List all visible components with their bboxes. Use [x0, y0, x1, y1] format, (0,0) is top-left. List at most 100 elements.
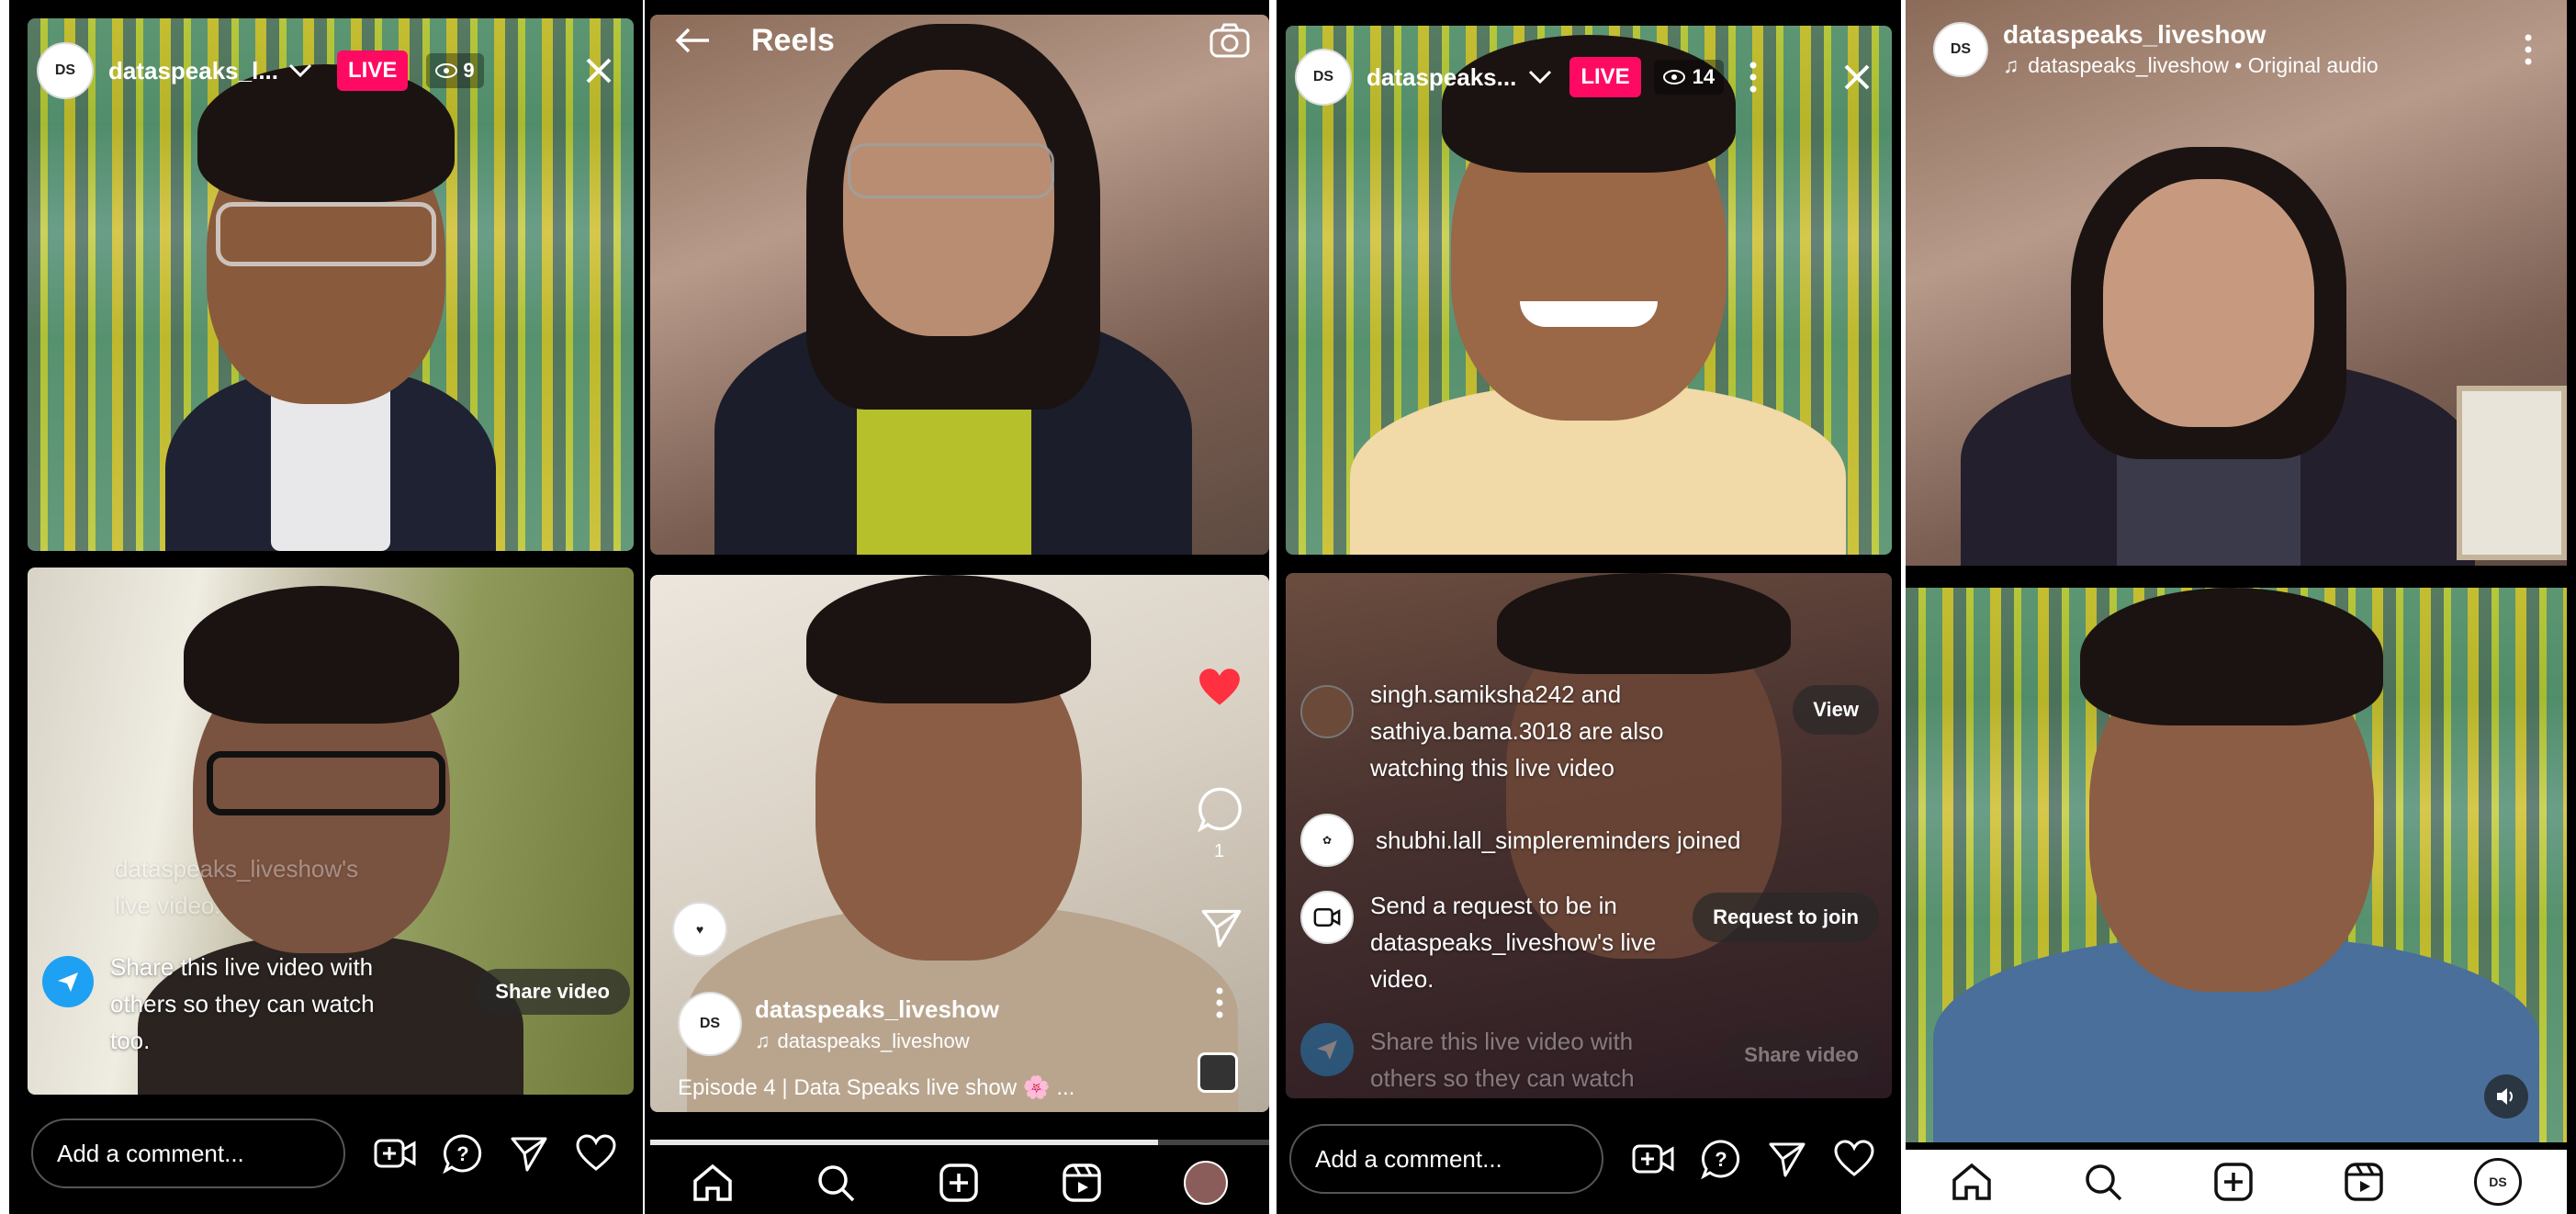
profile-tab-avatar[interactable]: DS — [2474, 1158, 2522, 1206]
username-2[interactable]: dataspeaks... — [1367, 63, 1516, 92]
comment-count: 1 — [1214, 841, 1225, 861]
home-icon[interactable] — [1951, 1162, 1993, 1202]
music-note-icon: ♫ — [755, 1029, 771, 1052]
viewer-count[interactable]: 9 — [426, 53, 484, 88]
comment-input[interactable]: Add a comment... — [31, 1118, 345, 1188]
reel4-audio[interactable]: dataspeaks_liveshow • Original audio — [2028, 53, 2378, 78]
search-icon[interactable] — [816, 1163, 856, 1203]
create-icon[interactable] — [2213, 1162, 2254, 1202]
reels-panel: Reels 1 ♥ DS dataspeaks_liveshow ♫ datas… — [645, 0, 1269, 1214]
camera-icon[interactable] — [1209, 22, 1251, 59]
comment-input-2[interactable]: Add a comment... — [1289, 1124, 1603, 1194]
reel4-username[interactable]: dataspeaks_liveshow — [2003, 20, 2379, 50]
share-text-2: Share this live video with others so the… — [1370, 1028, 1635, 1089]
host-glasses — [216, 202, 436, 266]
reel-caption[interactable]: Episode 4 | Data Speaks live show 🌸 ... — [678, 1074, 1074, 1101]
joined-notification: ✿ shubhi.lall_simplereminders joined — [1300, 814, 1879, 867]
question-icon[interactable]: ? — [443, 1133, 483, 1174]
profile-avatar[interactable]: DS — [37, 42, 94, 99]
share-video-button-2[interactable]: Share video — [1724, 1032, 1879, 1078]
reel-video-top: Reels — [650, 15, 1269, 555]
watching-notification: singh.samiksha242 and sathiya.bama.3018 … — [1300, 676, 1879, 786]
reels-title: Reels — [751, 22, 835, 58]
back-arrow-icon[interactable] — [672, 26, 713, 55]
guest-hair — [184, 586, 459, 724]
reel4-header: DS dataspeaks_liveshow ♫ dataspeaks_live… — [1933, 20, 2558, 78]
live-header-2: DS dataspeaks... LIVE 14 — [1295, 48, 1892, 107]
viewer-count-2[interactable]: 14 — [1653, 60, 1725, 95]
video-request-icon[interactable] — [1631, 1141, 1675, 1177]
like-heart-icon[interactable] — [1196, 667, 1243, 709]
heart-icon[interactable] — [1833, 1140, 1875, 1178]
more-options-icon[interactable] — [2523, 33, 2534, 66]
reel4-video-bottom — [1906, 588, 2567, 1142]
speaker-face — [843, 70, 1054, 336]
reel4-guest-hair — [2080, 588, 2383, 725]
home-icon[interactable] — [692, 1163, 734, 1203]
audio-thumbnail[interactable] — [1198, 1052, 1238, 1093]
request-to-join-button[interactable]: Request to join — [1693, 893, 1879, 942]
close-icon[interactable] — [582, 54, 615, 87]
chevron-down-icon[interactable] — [287, 62, 313, 80]
reel-progress-bar[interactable] — [650, 1140, 1269, 1145]
live-panel-1: DS dataspeaks_l... LIVE 9 dataspeaks_liv… — [9, 0, 643, 1214]
request-video-icon — [1300, 891, 1354, 944]
share-video-button[interactable]: Share video — [475, 969, 630, 1015]
close-icon[interactable] — [1840, 61, 1873, 94]
heart-icon[interactable] — [575, 1134, 617, 1173]
eye-icon — [435, 63, 458, 78]
profile-tab-avatar[interactable] — [1184, 1161, 1229, 1205]
viewer-avatar-1[interactable] — [1300, 685, 1354, 738]
joined-avatar[interactable]: ✿ — [1300, 814, 1354, 867]
video-request-icon[interactable] — [373, 1135, 417, 1172]
reel-guest-hair — [806, 575, 1091, 703]
reel-audio[interactable]: dataspeaks_liveshow — [778, 1029, 970, 1053]
live-video-guest: dataspeaks_liveshow's live video. Share … — [28, 568, 634, 1095]
reel-video-bottom: 1 ♥ DS dataspeaks_liveshow ♫ dataspeaks_… — [650, 575, 1269, 1112]
comment-icon[interactable] — [1198, 786, 1243, 832]
send-icon[interactable] — [509, 1133, 549, 1174]
share-prompt-2: Share this live video with others so the… — [1300, 1023, 1879, 1089]
music-note-icon: ♫ — [2003, 53, 2019, 77]
host2-smile — [1520, 301, 1658, 327]
comment-bar-2: Add a comment... ? — [1289, 1122, 1895, 1196]
search-icon[interactable] — [2083, 1162, 2123, 1202]
share-icon — [1300, 1023, 1354, 1076]
question-icon[interactable]: ? — [1701, 1139, 1741, 1179]
more-options-icon[interactable] — [1214, 986, 1225, 1019]
share-prompt: Share this live video with others so the… — [42, 949, 630, 1059]
view-button[interactable]: View — [1793, 685, 1879, 735]
eye-icon — [1662, 70, 1685, 84]
volume-icon[interactable] — [2484, 1074, 2528, 1118]
username[interactable]: dataspeaks_l... — [108, 57, 278, 85]
share-icon — [42, 956, 94, 1007]
reel-user-info: DS dataspeaks_liveshow ♫ dataspeaks_live… — [678, 992, 999, 1056]
watching-text: singh.samiksha242 and sathiya.bama.3018 … — [1370, 680, 1664, 781]
request-notification: Send a request to be in dataspeaks_lives… — [1300, 887, 1879, 997]
reels-icon[interactable] — [1062, 1163, 1102, 1203]
faded-text-line-2: live video. — [115, 892, 221, 919]
live-video-guest-2: singh.samiksha242 and sathiya.bama.3018 … — [1286, 573, 1892, 1098]
faded-text-line-1: dataspeaks_liveshow's — [115, 855, 359, 882]
chevron-down-icon[interactable] — [1527, 68, 1553, 86]
reels-header: Reels — [672, 15, 1251, 66]
reel-username[interactable]: dataspeaks_liveshow — [755, 995, 999, 1024]
reel-profile-avatar[interactable]: DS — [678, 992, 742, 1056]
share-send-icon[interactable] — [1199, 905, 1243, 950]
share-text: Share this live video with others so the… — [110, 953, 375, 1054]
live-badge: LIVE — [337, 51, 409, 91]
live-header: DS dataspeaks_l... LIVE 9 — [37, 41, 634, 100]
live-panel-3: DS dataspeaks... LIVE 14 singh.samiksha2… — [1277, 0, 1901, 1214]
reel-progress-fill — [650, 1140, 1158, 1145]
reel4-video-top: DS dataspeaks_liveshow ♫ dataspeaks_live… — [1906, 0, 2567, 566]
guest-glasses — [207, 751, 445, 815]
profile-avatar-2[interactable]: DS — [1295, 49, 1352, 106]
create-icon[interactable] — [939, 1163, 979, 1203]
more-options-icon[interactable] — [1748, 61, 1759, 94]
faded-notification: dataspeaks_liveshow's live video. — [115, 850, 358, 924]
collab-avatar[interactable]: ♥ — [672, 902, 727, 957]
speaker-glasses — [848, 143, 1054, 198]
reel4-profile-avatar[interactable]: DS — [1933, 21, 1988, 77]
send-icon[interactable] — [1767, 1139, 1807, 1179]
reels-icon[interactable] — [2344, 1162, 2384, 1202]
